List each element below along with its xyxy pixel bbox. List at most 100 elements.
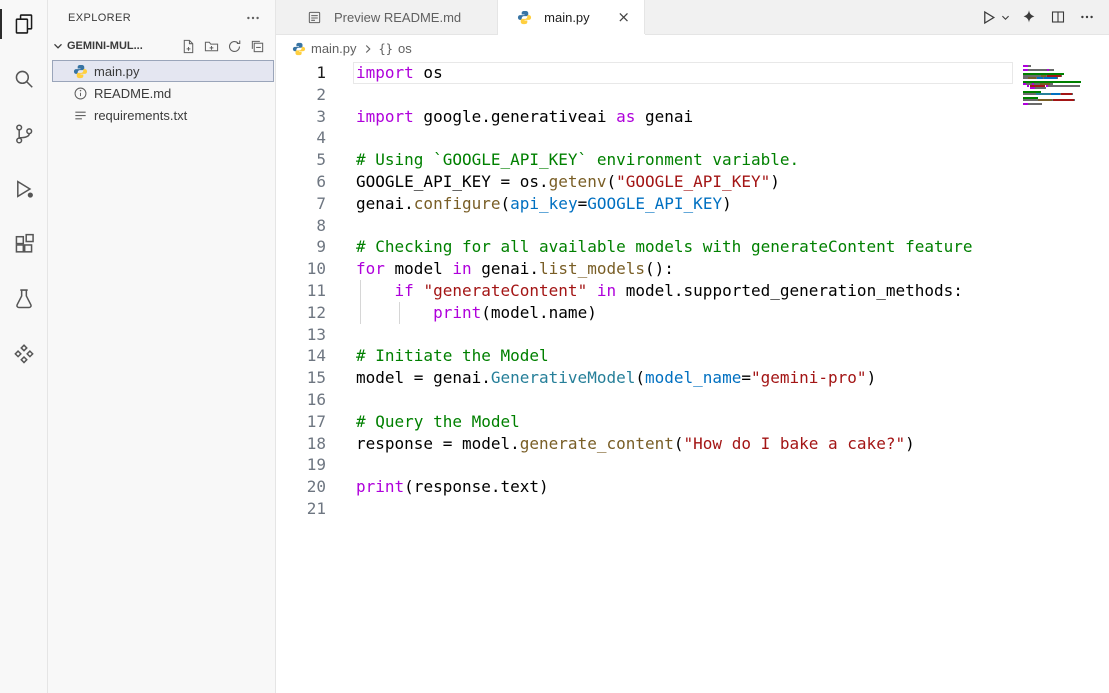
line-number[interactable]: 4 — [276, 127, 326, 149]
file-row-requirements-txt[interactable]: requirements.txt — [52, 104, 274, 126]
run-python-file-button[interactable] — [976, 5, 1000, 29]
markdown-preview-icon — [306, 9, 322, 25]
indent-guide — [360, 280, 361, 302]
new-file-button[interactable] — [178, 36, 198, 56]
code-line[interactable]: if "generateContent" in model.supported_… — [356, 280, 1009, 302]
folder-section-header[interactable]: GEMINI-MUL... — [48, 35, 275, 57]
code-lines[interactable]: import os import google.generativeai as g… — [356, 62, 1009, 520]
line-number[interactable]: 13 — [276, 324, 326, 346]
more-actions-button[interactable] — [1075, 5, 1099, 29]
code-line[interactable] — [356, 84, 1009, 106]
tabs: Preview README.md main.py × — [276, 0, 645, 34]
file-label: README.md — [94, 86, 171, 101]
activity-item-search[interactable] — [0, 55, 48, 103]
code-line[interactable] — [356, 454, 1009, 476]
sparkle-icon[interactable] — [1017, 5, 1041, 29]
activity-item-source-control[interactable] — [0, 110, 48, 158]
close-icon[interactable]: × — [614, 7, 634, 27]
editor-actions — [976, 0, 1109, 34]
file-row-readme-md[interactable]: README.md — [52, 82, 274, 104]
line-number[interactable]: 11 — [276, 280, 326, 302]
vscode-window: EXPLORER GEMINI-MUL... — [0, 0, 1109, 693]
files-icon — [13, 13, 35, 35]
python-icon — [516, 9, 532, 25]
tab-main-py[interactable]: main.py × — [498, 0, 645, 34]
code-line[interactable]: import os — [356, 62, 1009, 84]
python-icon — [292, 42, 306, 56]
sidebar-title: EXPLORER — [68, 12, 131, 24]
source-control-icon — [13, 123, 35, 145]
code-line[interactable]: response = model.generate_content("How d… — [356, 433, 1009, 455]
search-icon — [13, 68, 35, 90]
info-icon — [72, 85, 88, 101]
code-line[interactable]: model = genai.GenerativeModel(model_name… — [356, 367, 1009, 389]
code-line[interactable]: # Query the Model — [356, 411, 1009, 433]
file-label: main.py — [94, 64, 140, 79]
breadcrumb-file-label: main.py — [311, 41, 357, 56]
code-line[interactable]: print(model.name) — [356, 302, 1009, 324]
line-number[interactable]: 10 — [276, 258, 326, 280]
indent-guide — [399, 302, 400, 324]
line-number[interactable]: 3 — [276, 106, 326, 128]
breadcrumb-item-file[interactable]: main.py — [292, 41, 357, 56]
code-line[interactable] — [356, 498, 1009, 520]
code-line[interactable]: print(response.text) — [356, 476, 1009, 498]
tab-preview-readme[interactable]: Preview README.md — [276, 0, 498, 34]
chevron-down-icon — [50, 38, 66, 54]
line-number[interactable]: 14 — [276, 345, 326, 367]
code-editor[interactable]: 123456789101112131415161718192021 import… — [276, 62, 1109, 693]
text-file-icon — [72, 107, 88, 123]
activity-item-gemini-extension[interactable] — [0, 330, 48, 378]
code-line[interactable] — [356, 127, 1009, 149]
code-line[interactable] — [356, 389, 1009, 411]
line-number[interactable]: 20 — [276, 476, 326, 498]
four-diamonds-icon — [13, 343, 35, 365]
minimap[interactable] — [1023, 65, 1097, 107]
explorer-sidebar: EXPLORER GEMINI-MUL... — [48, 0, 276, 693]
code-line[interactable]: GOOGLE_API_KEY = os.getenv("GOOGLE_API_K… — [356, 171, 1009, 193]
activity-item-run-debug[interactable] — [0, 165, 48, 213]
explorer-more-actions-button[interactable] — [243, 8, 263, 28]
collapse-all-button[interactable] — [247, 36, 267, 56]
line-number[interactable]: 21 — [276, 498, 326, 520]
line-number[interactable]: 12 — [276, 302, 326, 324]
python-icon — [72, 63, 88, 79]
activity-item-extensions[interactable] — [0, 220, 48, 268]
code-line[interactable] — [356, 215, 1009, 237]
line-number[interactable]: 16 — [276, 389, 326, 411]
code-line[interactable]: # Initiate the Model — [356, 345, 1009, 367]
line-number[interactable]: 5 — [276, 149, 326, 171]
line-number[interactable]: 18 — [276, 433, 326, 455]
chevron-right-icon — [361, 42, 375, 56]
code-line[interactable]: # Using `GOOGLE_API_KEY` environment var… — [356, 149, 1009, 171]
tab-bar: Preview README.md main.py × — [276, 0, 1109, 35]
line-number[interactable]: 19 — [276, 454, 326, 476]
line-number[interactable]: 15 — [276, 367, 326, 389]
run-dropdown-chevron-icon[interactable] — [999, 5, 1012, 29]
line-number[interactable]: 7 — [276, 193, 326, 215]
file-row-main-py[interactable]: main.py — [52, 60, 274, 82]
line-number[interactable]: 6 — [276, 171, 326, 193]
code-line[interactable]: # Checking for all available models with… — [356, 236, 1009, 258]
new-folder-button[interactable] — [201, 36, 221, 56]
line-number[interactable]: 8 — [276, 215, 326, 237]
activity-item-testing[interactable] — [0, 275, 48, 323]
breadcrumb-symbol-label: os — [398, 41, 412, 56]
file-list: main.py README.md requirements.txt — [48, 60, 275, 126]
line-number[interactable]: 1 — [276, 62, 326, 84]
code-line[interactable]: genai.configure(api_key=GOOGLE_API_KEY) — [356, 193, 1009, 215]
refresh-button[interactable] — [224, 36, 244, 56]
activity-item-explorer[interactable] — [0, 0, 48, 48]
code-line[interactable]: for model in genai.list_models(): — [356, 258, 1009, 280]
line-number[interactable]: 17 — [276, 411, 326, 433]
folder-name: GEMINI-MUL... — [67, 40, 178, 52]
code-line[interactable]: import google.generativeai as genai — [356, 106, 1009, 128]
gutter: 123456789101112131415161718192021 — [276, 62, 326, 520]
run-debug-icon — [13, 178, 35, 200]
line-number[interactable]: 9 — [276, 236, 326, 258]
code-line[interactable] — [356, 324, 1009, 346]
breadcrumb-item-symbol[interactable]: {} os — [379, 41, 412, 56]
split-editor-button[interactable] — [1046, 5, 1070, 29]
breadcrumb: main.py {} os — [276, 35, 1109, 62]
line-number[interactable]: 2 — [276, 84, 326, 106]
